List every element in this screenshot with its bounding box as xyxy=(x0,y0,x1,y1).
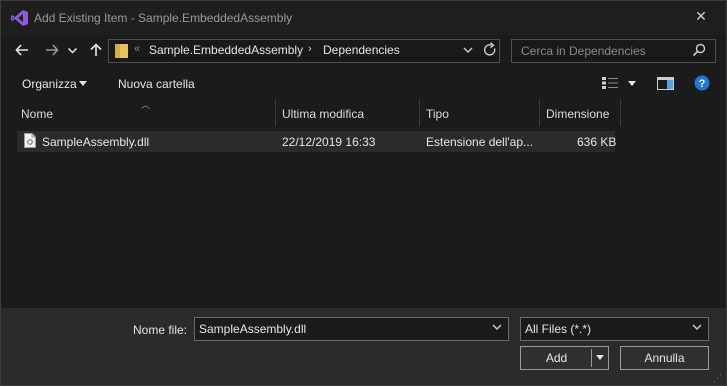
column-headers: ︿ Nome Ultima modifica Tipo Dimensione xyxy=(1,99,726,127)
close-button[interactable]: ✕ xyxy=(686,5,716,27)
window-title: Add Existing Item - Sample.EmbeddedAssem… xyxy=(34,11,293,25)
chevron-down-icon[interactable] xyxy=(492,322,502,334)
search-placeholder: Cerca in Dependencies xyxy=(521,44,646,58)
add-split-button[interactable]: Add xyxy=(520,346,609,370)
address-bar[interactable]: « Sample.EmbeddedAssembly › Dependencies xyxy=(108,39,500,63)
svg-text:?: ? xyxy=(699,78,706,90)
column-divider[interactable] xyxy=(539,99,540,126)
cancel-button[interactable]: Annulla xyxy=(620,346,709,370)
caret-down-icon xyxy=(79,81,87,86)
folder-icon xyxy=(115,44,128,58)
file-modified: 22/12/2019 16:33 xyxy=(282,135,376,149)
title-bar: Add Existing Item - Sample.EmbeddedAssem… xyxy=(1,1,726,35)
command-toolbar: Organizza Nuova cartella ? xyxy=(1,67,726,99)
column-header-modified[interactable]: Ultima modifica xyxy=(282,107,364,121)
dll-file-icon xyxy=(24,133,36,148)
preview-pane-icon[interactable] xyxy=(657,77,674,90)
file-type-select[interactable]: All Files (*.*) xyxy=(520,317,709,341)
resize-grip-icon[interactable]: ⋰ xyxy=(713,373,722,384)
organize-label: Organizza xyxy=(22,77,77,91)
chevron-down-icon xyxy=(67,47,77,54)
column-header-name[interactable]: Nome xyxy=(21,107,53,121)
column-header-size[interactable]: Dimensione xyxy=(546,107,609,121)
breadcrumb-sample-embeddedassembly[interactable]: Sample.EmbeddedAssembly xyxy=(149,43,303,57)
search-icon[interactable] xyxy=(692,43,706,57)
view-options-icon[interactable] xyxy=(602,77,618,89)
file-name: SampleAssembly.dll xyxy=(42,135,150,149)
column-divider[interactable] xyxy=(275,99,276,126)
sort-ascending-icon: ︿ xyxy=(141,100,151,110)
file-row[interactable]: SampleAssembly.dll 22/12/2019 16:33 Este… xyxy=(17,131,617,152)
help-icon[interactable]: ? xyxy=(694,75,710,91)
cancel-label: Annulla xyxy=(644,351,685,365)
add-options-dropdown-icon[interactable] xyxy=(596,355,604,360)
column-divider[interactable] xyxy=(419,99,420,126)
split-divider xyxy=(591,349,592,367)
arrow-up-icon xyxy=(90,43,102,56)
new-folder-button[interactable]: Nuova cartella xyxy=(118,77,195,91)
address-dropdown-icon[interactable] xyxy=(463,42,473,58)
breadcrumb-overflow[interactable]: « xyxy=(134,43,140,55)
file-type-value: All Files (*.*) xyxy=(525,322,592,336)
file-name-combobox[interactable]: SampleAssembly.dll xyxy=(194,317,509,341)
breadcrumb-separator[interactable]: › xyxy=(308,43,312,55)
back-button[interactable] xyxy=(11,39,33,61)
forward-button[interactable] xyxy=(41,39,63,61)
add-button[interactable]: Add xyxy=(521,351,592,365)
file-type: Estensione dell'ap... xyxy=(426,135,534,149)
arrow-right-icon xyxy=(46,44,59,56)
navigation-bar: « Sample.EmbeddedAssembly › Dependencies… xyxy=(1,35,726,67)
column-header-type[interactable]: Tipo xyxy=(426,107,449,121)
view-dropdown-icon[interactable] xyxy=(628,81,636,86)
column-divider[interactable] xyxy=(620,99,621,126)
up-button[interactable] xyxy=(85,39,107,61)
chevron-down-icon[interactable] xyxy=(692,322,702,334)
file-name-value[interactable]: SampleAssembly.dll xyxy=(199,322,306,336)
dialog-window: Add Existing Item - Sample.EmbeddedAssem… xyxy=(0,0,727,386)
breadcrumb-dependencies[interactable]: Dependencies xyxy=(323,43,400,57)
search-input[interactable]: Cerca in Dependencies xyxy=(511,39,716,63)
footer-panel: Nome file: SampleAssembly.dll All Files … xyxy=(1,308,726,385)
refresh-icon[interactable] xyxy=(483,41,497,59)
arrow-left-icon xyxy=(15,44,28,56)
recent-locations-button[interactable] xyxy=(65,39,79,61)
file-name-label: Nome file: xyxy=(133,323,188,337)
visual-studio-icon xyxy=(11,10,28,26)
file-size: 636 KB xyxy=(577,135,617,149)
